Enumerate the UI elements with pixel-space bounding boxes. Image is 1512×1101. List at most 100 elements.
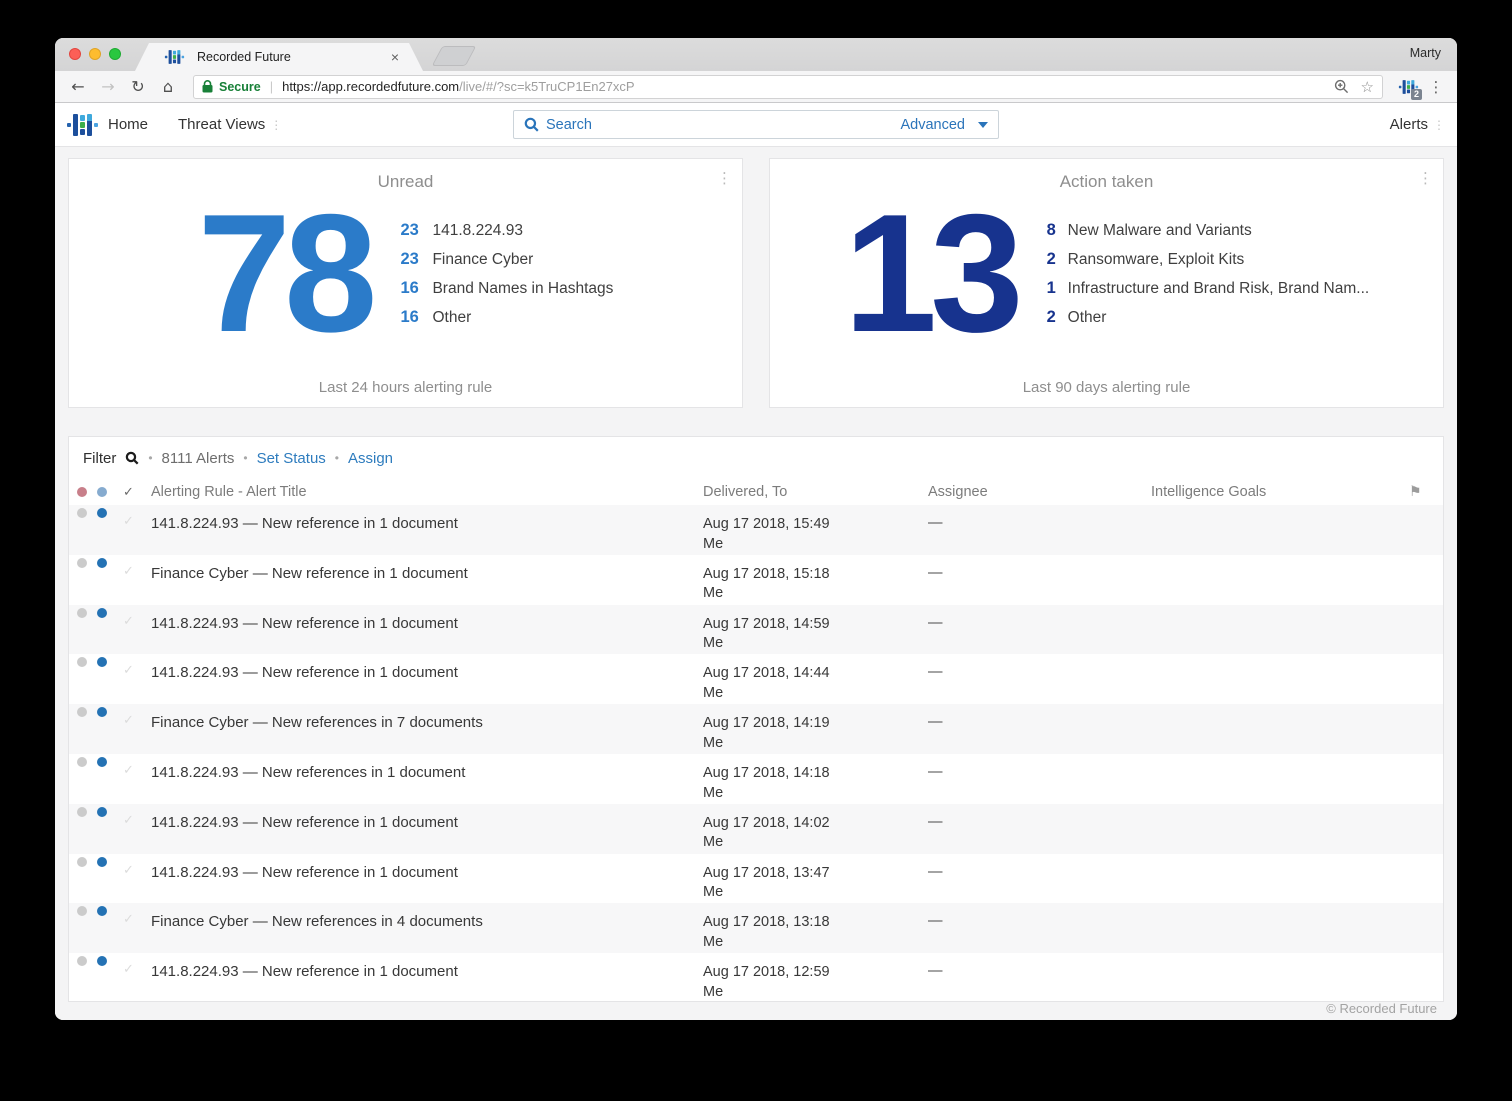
new-tab-button[interactable]	[432, 46, 477, 66]
row-unread-dot-icon[interactable]	[97, 657, 107, 667]
table-row[interactable]: ✓ 141.8.224.93 — New reference in 1 docu…	[69, 953, 1443, 1002]
table-row[interactable]: ✓ 141.8.224.93 — New reference in 1 docu…	[69, 854, 1443, 904]
advanced-search-button[interactable]: Advanced	[901, 117, 966, 133]
row-unread-dot-icon[interactable]	[97, 608, 107, 618]
table-row[interactable]: ✓ Finance Cyber — New reference in 1 doc…	[69, 555, 1443, 605]
tab-close-icon[interactable]: ×	[391, 49, 399, 65]
alert-title[interactable]: 141.8.224.93 — New reference in 1 docume…	[151, 854, 703, 881]
chevron-down-icon[interactable]	[978, 122, 988, 128]
search-input[interactable]: Search Advanced	[513, 110, 999, 139]
row-unread-dot-icon[interactable]	[97, 508, 107, 518]
table-row[interactable]: ✓ Finance Cyber — New references in 4 do…	[69, 903, 1443, 953]
row-status-dot-icon[interactable]	[77, 508, 87, 518]
assign-button[interactable]: Assign	[348, 450, 393, 467]
recorded-future-logo[interactable]	[67, 114, 98, 136]
browser-menu-icon[interactable]: ⋮	[1425, 78, 1447, 96]
home-icon[interactable]: ⌂	[155, 77, 181, 96]
column-goals[interactable]: Intelligence Goals	[1151, 484, 1409, 500]
set-status-button[interactable]: Set Status	[257, 450, 326, 467]
select-all-check-icon[interactable]: ✓	[123, 485, 151, 500]
column-assignee[interactable]: Assignee	[928, 484, 1151, 500]
zoom-window-button[interactable]	[109, 48, 121, 60]
breakdown-item[interactable]: 23Finance Cyber	[400, 250, 613, 269]
filter-label[interactable]: Filter	[83, 450, 116, 467]
breakdown-item[interactable]: 23141.8.224.93	[400, 221, 613, 240]
alert-title[interactable]: Finance Cyber — New reference in 1 docum…	[151, 555, 703, 582]
row-check-icon[interactable]: ✓	[123, 605, 151, 629]
alert-assignee[interactable]: —	[928, 704, 1151, 730]
alert-assignee[interactable]: —	[928, 953, 1151, 979]
zoom-icon[interactable]	[1334, 79, 1349, 94]
alert-assignee[interactable]: —	[928, 854, 1151, 880]
alert-assignee[interactable]: —	[928, 654, 1151, 680]
browser-profile-name[interactable]: Marty	[1410, 46, 1441, 60]
row-status-dot-icon[interactable]	[77, 558, 87, 568]
table-row[interactable]: ✓ 141.8.224.93 — New reference in 1 docu…	[69, 804, 1443, 854]
alerts-menu-icon[interactable]: ⋮	[1433, 118, 1445, 132]
alert-title[interactable]: 141.8.224.93 — New references in 1 docum…	[151, 754, 703, 781]
alert-assignee[interactable]: —	[928, 605, 1151, 631]
row-check-icon[interactable]: ✓	[123, 953, 151, 977]
back-icon[interactable]: ←	[65, 77, 91, 96]
breakdown-item[interactable]: 16Brand Names in Hashtags	[400, 279, 613, 298]
row-unread-dot-icon[interactable]	[97, 707, 107, 717]
alert-title[interactable]: 141.8.224.93 — New reference in 1 docume…	[151, 654, 703, 681]
alert-title[interactable]: Finance Cyber — New references in 7 docu…	[151, 704, 703, 731]
column-title[interactable]: Alerting Rule - Alert Title	[151, 484, 703, 500]
action-card-menu-icon[interactable]: ⋮	[1418, 169, 1433, 187]
breakdown-item[interactable]: 1Infrastructure and Brand Risk, Brand Na…	[1047, 279, 1370, 298]
nav-alerts[interactable]: Alerts	[1390, 116, 1428, 133]
alert-assignee[interactable]: —	[928, 505, 1151, 531]
breakdown-item[interactable]: 16Other	[400, 308, 613, 327]
table-row[interactable]: ✓ 141.8.224.93 — New reference in 1 docu…	[69, 505, 1443, 555]
nav-home[interactable]: Home	[108, 116, 148, 133]
table-row[interactable]: ✓ 141.8.224.93 — New references in 1 doc…	[69, 754, 1443, 804]
row-check-icon[interactable]: ✓	[123, 804, 151, 828]
row-unread-dot-icon[interactable]	[97, 807, 107, 817]
status-blue-dot-icon[interactable]	[97, 487, 107, 497]
row-check-icon[interactable]: ✓	[123, 754, 151, 778]
column-delivered[interactable]: Delivered, To	[703, 484, 928, 500]
unread-card-menu-icon[interactable]: ⋮	[717, 169, 732, 187]
table-row[interactable]: ✓ Finance Cyber — New references in 7 do…	[69, 704, 1443, 754]
row-unread-dot-icon[interactable]	[97, 558, 107, 568]
reload-icon[interactable]: ↻	[125, 77, 151, 96]
alert-assignee[interactable]: —	[928, 555, 1151, 581]
browser-tab[interactable]: Recorded Future ×	[135, 43, 423, 71]
alert-assignee[interactable]: —	[928, 804, 1151, 830]
threat-views-menu-icon[interactable]: ⋮	[270, 118, 282, 132]
row-status-dot-icon[interactable]	[77, 707, 87, 717]
row-check-icon[interactable]: ✓	[123, 854, 151, 878]
row-unread-dot-icon[interactable]	[97, 757, 107, 767]
nav-threat-views[interactable]: Threat Views	[178, 116, 265, 133]
row-unread-dot-icon[interactable]	[97, 906, 107, 916]
filter-search-icon[interactable]	[125, 451, 139, 465]
address-bar[interactable]: Secure | https://app.recordedfuture.com/…	[193, 75, 1383, 99]
row-check-icon[interactable]: ✓	[123, 654, 151, 678]
row-check-icon[interactable]: ✓	[123, 555, 151, 579]
alert-title[interactable]: 141.8.224.93 — New reference in 1 docume…	[151, 953, 703, 980]
breakdown-item[interactable]: 2Other	[1047, 308, 1370, 327]
recorded-future-extension-icon[interactable]: 2	[1395, 74, 1421, 100]
row-status-dot-icon[interactable]	[77, 807, 87, 817]
breakdown-item[interactable]: 8New Malware and Variants	[1047, 221, 1370, 240]
alert-title[interactable]: 141.8.224.93 — New reference in 1 docume…	[151, 605, 703, 632]
minimize-window-button[interactable]	[89, 48, 101, 60]
table-row[interactable]: ✓ 141.8.224.93 — New reference in 1 docu…	[69, 605, 1443, 655]
status-red-dot-icon[interactable]	[77, 487, 87, 497]
flag-icon[interactable]: ⚑	[1409, 484, 1443, 500]
row-check-icon[interactable]: ✓	[123, 903, 151, 927]
alert-assignee[interactable]: —	[928, 903, 1151, 929]
row-status-dot-icon[interactable]	[77, 956, 87, 966]
alert-title[interactable]: 141.8.224.93 — New reference in 1 docume…	[151, 804, 703, 831]
alert-title[interactable]: 141.8.224.93 — New reference in 1 docume…	[151, 505, 703, 532]
alert-title[interactable]: Finance Cyber — New references in 4 docu…	[151, 903, 703, 930]
row-check-icon[interactable]: ✓	[123, 704, 151, 728]
table-row[interactable]: ✓ 141.8.224.93 — New reference in 1 docu…	[69, 654, 1443, 704]
row-status-dot-icon[interactable]	[77, 906, 87, 916]
row-status-dot-icon[interactable]	[77, 757, 87, 767]
breakdown-item[interactable]: 2Ransomware, Exploit Kits	[1047, 250, 1370, 269]
row-status-dot-icon[interactable]	[77, 608, 87, 618]
close-window-button[interactable]	[69, 48, 81, 60]
row-unread-dot-icon[interactable]	[97, 956, 107, 966]
